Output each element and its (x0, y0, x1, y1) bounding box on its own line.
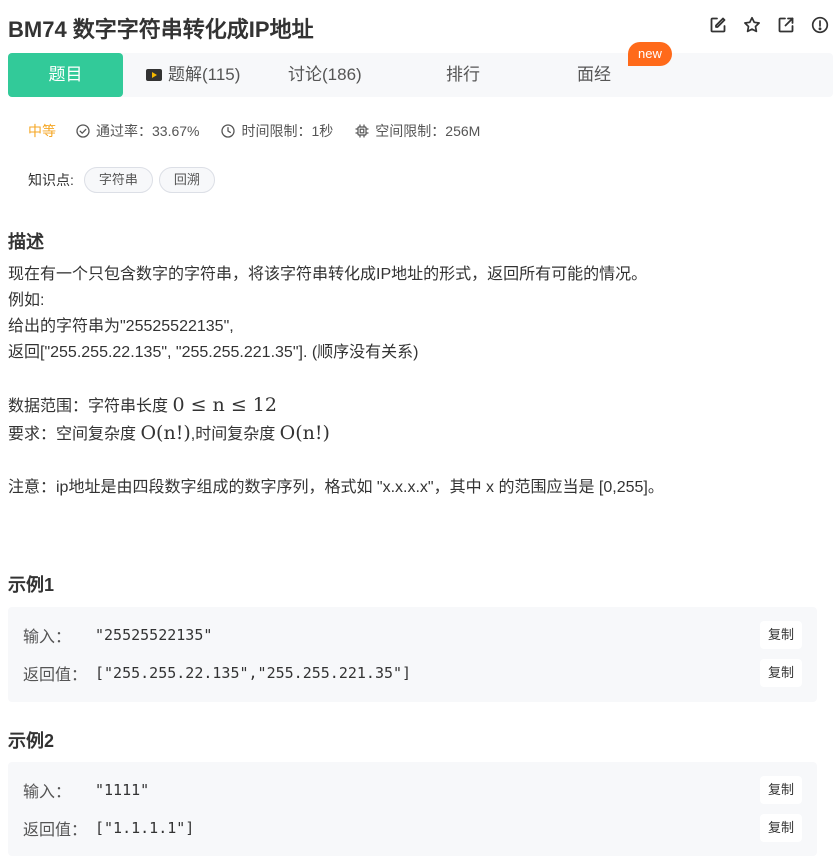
check-circle-icon (76, 124, 90, 138)
problem-tabs: 题目 题解(115) 讨论(186) 排行 面经 (8, 53, 833, 97)
edit-icon[interactable] (707, 14, 729, 36)
description-line-3: 给出的字符串为"25525522135", (8, 318, 234, 335)
example-1-output-value: ["255.255.22.135","255.255.221.35"] (95, 664, 412, 682)
header-actions (707, 14, 831, 36)
example-2-output-value: ["1.1.1.1"] (95, 819, 195, 837)
example-2-input-copy-button[interactable]: 复制 (759, 776, 802, 804)
clock-icon (221, 124, 236, 138)
info-icon[interactable] (809, 14, 831, 36)
tab-discussion[interactable]: 讨论(186) (288, 53, 362, 97)
example-1-input-copy-button[interactable]: 复制 (759, 621, 802, 649)
star-icon[interactable] (741, 14, 763, 36)
chip-icon (355, 124, 369, 138)
example-1-output-row: 返回值： ["255.255.22.135","255.255.221.35"]… (23, 659, 802, 687)
example-2-input-row: 输入： "1111" 复制 (23, 776, 802, 804)
example-1-input-label: 输入： (23, 629, 72, 646)
pass-rate: 通过率：33.67% (76, 121, 199, 141)
requirements: 要求：空间复杂度 O(n!),时间复杂度 O(n!) (8, 420, 330, 448)
example-2-input-label: 输入： (23, 784, 72, 801)
tag-string[interactable]: 字符串 (83, 167, 153, 193)
time-limit-text: 时间限制：1秒 (241, 123, 334, 139)
example-2-title: 示例2 (8, 731, 55, 751)
problem-header: BM74 数字字符串转化成IP地址 (8, 10, 833, 44)
knowledge-label: 知识点: (28, 172, 74, 188)
description-line-1: 现在有一个只包含数字的字符串，将该字符串转化成IP地址的形式，返回所有可能的情况… (8, 266, 648, 283)
memory-limit: 空间限制：256M (355, 121, 480, 141)
tab-solutions-label: 题解(115) (168, 65, 241, 84)
page-title: BM74 数字字符串转化成IP地址 (8, 17, 314, 42)
problem-meta: 中等 通过率：33.67% 时间限制：1秒 空间限制：256M (28, 121, 502, 141)
description-title: 描述 (8, 232, 44, 252)
share-icon[interactable] (775, 14, 797, 36)
time-limit: 时间限制：1秒 (221, 121, 333, 141)
data-range-label: 数据范围：字符串长度 (8, 398, 169, 415)
video-icon (146, 69, 162, 81)
example-1-output-copy-button[interactable]: 复制 (759, 659, 802, 687)
description-line-4: 返回["255.255.22.135", "255.255.221.35"]. … (8, 344, 419, 361)
tag-backtracking[interactable]: 回溯 (158, 167, 215, 193)
data-range-math: 0 ≤ n ≤ 12 (172, 394, 277, 416)
tab-problem[interactable]: 题目 (8, 53, 123, 97)
example-2-output-copy-button[interactable]: 复制 (759, 814, 802, 842)
memory-limit-text: 空间限制：256M (375, 123, 481, 139)
example-2-box: 输入： "1111" 复制 返回值： ["1.1.1.1"] 复制 (8, 762, 817, 856)
requirements-middle: ,时间复杂度 (190, 426, 276, 443)
knowledge-points: 知识点: 字符串 回溯 (28, 166, 215, 194)
requirements-label: 要求：空间复杂度 (8, 426, 137, 443)
example-2-output-row: 返回值： ["1.1.1.1"] 复制 (23, 814, 802, 842)
description-note: 注意：ip地址是由四段数字组成的数字序列，格式如 "x.x.x.x"，其中 x … (8, 479, 664, 496)
time-complexity-math: O(n!) (279, 422, 330, 444)
pass-rate-text: 通过率：33.67% (96, 123, 200, 139)
tab-interview[interactable]: 面经 (577, 53, 611, 97)
example-1-input-value: "25525522135" (95, 626, 213, 644)
example-1-input-row: 输入： "25525522135" 复制 (23, 621, 802, 649)
difficulty-label: 中等 (28, 123, 56, 139)
example-2-output-label: 返回值： (23, 822, 88, 839)
example-1-box: 输入： "25525522135" 复制 返回值： ["255.255.22.1… (8, 607, 817, 702)
new-badge: new (628, 42, 672, 66)
tab-solutions[interactable]: 题解(115) (146, 53, 240, 97)
example-2-input-value: "1111" (95, 781, 150, 799)
tab-ranking[interactable]: 排行 (446, 53, 480, 97)
description-line-2: 例如: (8, 292, 45, 309)
example-1-output-label: 返回值： (23, 667, 88, 684)
space-complexity-math: O(n!) (140, 422, 191, 444)
example-1-title: 示例1 (8, 575, 55, 595)
data-range: 数据范围：字符串长度 0 ≤ n ≤ 12 (8, 392, 277, 420)
